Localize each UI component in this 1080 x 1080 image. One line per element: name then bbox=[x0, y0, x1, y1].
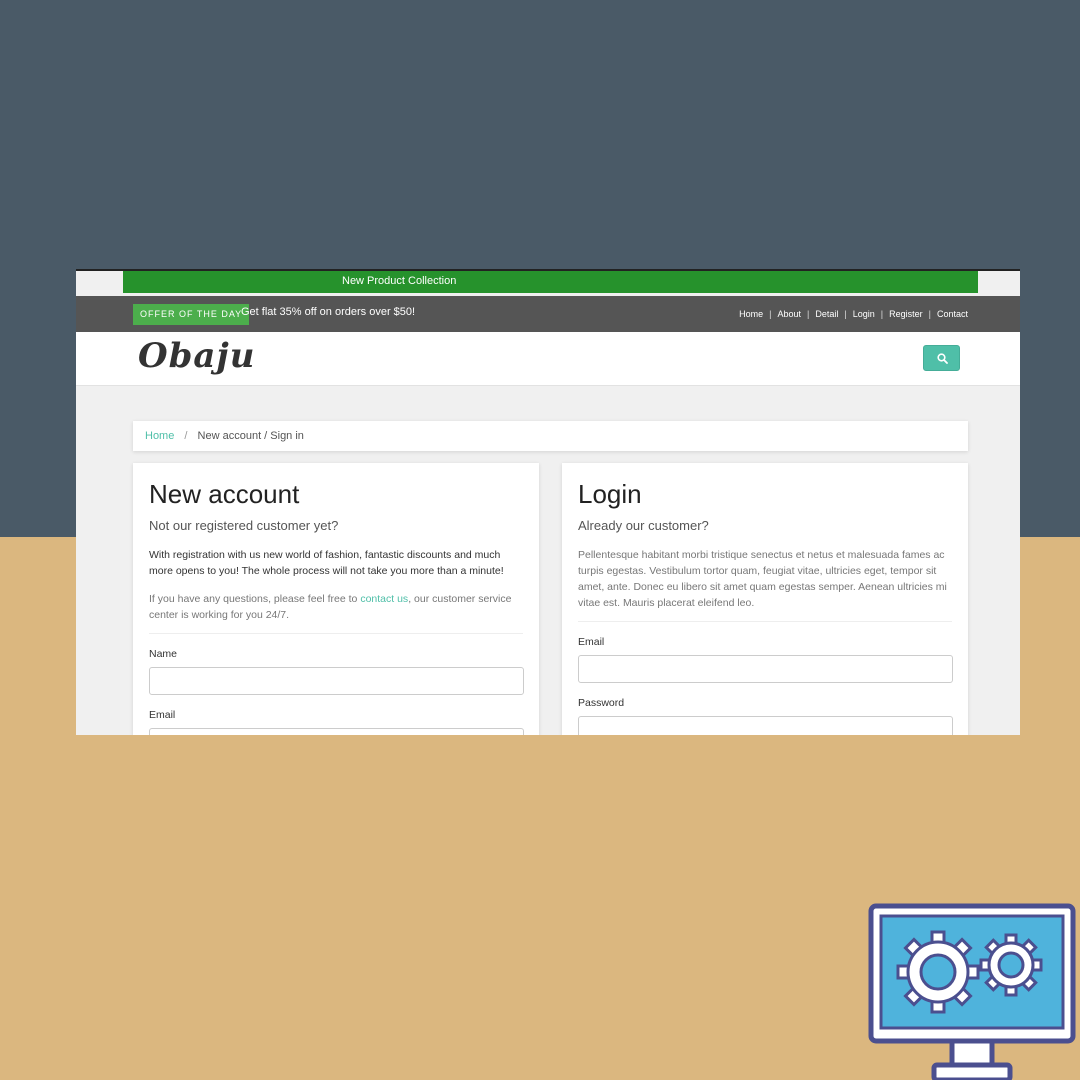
promo-bar[interactable]: New Product Collection bbox=[123, 271, 978, 293]
top-link-contact[interactable]: Contact bbox=[937, 309, 968, 319]
login-lead: Already our customer? bbox=[578, 518, 709, 533]
logo[interactable]: Obaju bbox=[138, 336, 255, 376]
top-links: Home | About | Detail | Login | Register… bbox=[739, 309, 968, 319]
name-field[interactable] bbox=[149, 667, 524, 695]
name-label: Name bbox=[149, 648, 178, 660]
breadcrumb-home-link[interactable]: Home bbox=[145, 430, 174, 442]
login-email-label: Email bbox=[578, 636, 605, 648]
promo-bar-wrapper: New Product Collection bbox=[76, 271, 1020, 296]
top-link-separator: | bbox=[844, 309, 847, 319]
top-link-register[interactable]: Register bbox=[889, 309, 923, 319]
breadcrumb-current: New account / Sign in bbox=[197, 430, 304, 442]
search-icon bbox=[937, 353, 948, 364]
top-link-separator: | bbox=[807, 309, 810, 319]
navbar: Obaju bbox=[76, 332, 1020, 386]
login-email-field[interactable] bbox=[578, 655, 953, 683]
offer-text: Get flat 35% off on orders over $50! bbox=[241, 306, 416, 318]
new-account-description: With registration with us new world of f… bbox=[149, 549, 504, 577]
divider bbox=[149, 633, 523, 634]
breadcrumb: Home / New account / Sign in bbox=[133, 421, 968, 451]
top-link-detail[interactable]: Detail bbox=[815, 309, 838, 319]
divider bbox=[578, 621, 952, 622]
contact-us-link[interactable]: contact us bbox=[360, 593, 408, 605]
top-link-home[interactable]: Home bbox=[739, 309, 763, 319]
offer-of-the-day-badge[interactable]: OFFER OF THE DAY bbox=[133, 304, 250, 325]
top-link-separator: | bbox=[880, 309, 884, 319]
new-account-help-text: If you have any questions, please feel f… bbox=[149, 591, 523, 623]
password-label: Password bbox=[578, 697, 625, 709]
top-link-separator: | bbox=[769, 309, 772, 319]
new-account-lead: Not our registered customer yet? bbox=[149, 518, 339, 533]
top-link-about[interactable]: About bbox=[778, 309, 802, 319]
login-description: Pellentesque habitant morbi tristique se… bbox=[578, 549, 947, 609]
email-label: Email bbox=[149, 709, 176, 721]
top-link-login[interactable]: Login bbox=[853, 309, 875, 319]
top-link-separator: | bbox=[928, 309, 931, 319]
new-account-card: New account Not our registered customer … bbox=[133, 463, 539, 735]
help-text-before: If you have any questions, please feel f… bbox=[149, 593, 361, 605]
search-button[interactable] bbox=[923, 345, 960, 371]
website-screenshot: New Product Collection OFFER OF THE DAY … bbox=[76, 269, 1020, 735]
password-field[interactable] bbox=[578, 716, 953, 735]
promo-bar-text: New Product Collection bbox=[342, 275, 457, 287]
new-account-title: New account bbox=[149, 479, 300, 509]
breadcrumb-separator: / bbox=[184, 430, 188, 442]
email-field[interactable] bbox=[149, 728, 524, 735]
login-card: Login Already our customer? Pellentesque… bbox=[562, 463, 968, 735]
top-bar: OFFER OF THE DAY Get flat 35% off on ord… bbox=[76, 296, 1020, 332]
monitor-gears-icon bbox=[868, 903, 1076, 1080]
login-title: Login bbox=[578, 479, 642, 509]
